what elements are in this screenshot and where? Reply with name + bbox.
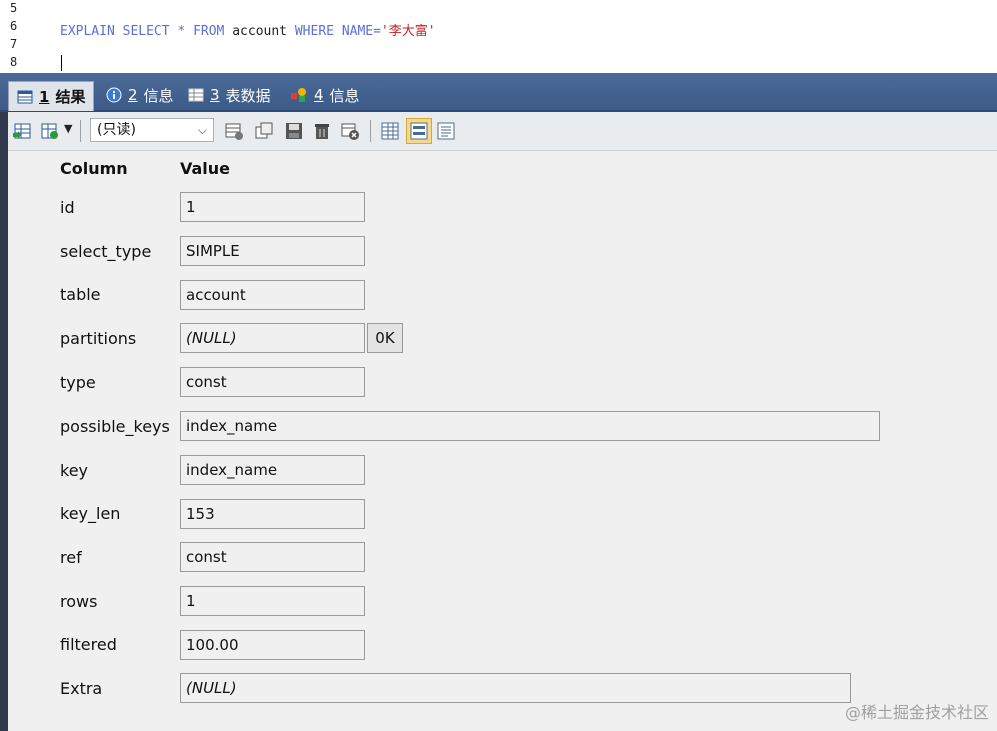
tab-label: 信息 — [143, 86, 174, 105]
result-toolbar: ▼ (只读) ⌵ — [8, 112, 997, 151]
chevron-down-icon: ⌵ — [197, 123, 207, 137]
tab-table-data[interactable]: 3 表数据 — [180, 81, 279, 109]
tab-info[interactable]: 4 信息 — [282, 81, 368, 109]
field-value-ref[interactable]: const — [180, 542, 365, 572]
equals-operator: = — [373, 24, 381, 39]
field-value-possible-keys[interactable]: index_name — [180, 411, 880, 441]
tab-label: 表数据 — [225, 86, 271, 105]
keyword-from: FROM — [193, 24, 225, 39]
tab-label: 结果 — [55, 88, 86, 106]
read-only-mode-select[interactable]: (只读) ⌵ — [90, 118, 214, 142]
field-label-key-len: key_len — [60, 504, 121, 523]
value-header: Value — [180, 159, 231, 178]
field-label-ref: ref — [60, 548, 82, 567]
line-number: 5 — [10, 1, 18, 15]
text-view-icon[interactable] — [436, 121, 456, 141]
save-icon[interactable] — [284, 121, 304, 141]
field-value-filtered[interactable]: 100.00 — [180, 630, 365, 660]
sql-code-line[interactable]: EXPLAIN SELECT * FROM account WHERE NAME… — [60, 20, 436, 39]
tab-number: 1 — [39, 87, 50, 106]
tab-label: 信息 — [329, 86, 360, 105]
form-view-toggle[interactable] — [406, 118, 432, 144]
field-value-id[interactable]: 1 — [180, 192, 365, 222]
field-label-select-type: select_type — [60, 242, 152, 261]
mode-select-value: (只读) — [97, 122, 136, 138]
field-value-key-len[interactable]: 153 — [180, 499, 365, 529]
column-header: Column — [60, 159, 128, 178]
field-label-filtered: filtered — [60, 635, 117, 654]
field-label-extra: Extra — [60, 679, 103, 698]
info-circle-icon — [106, 87, 122, 103]
field-value-extra[interactable]: (NULL) — [180, 673, 851, 703]
table-data-icon — [188, 88, 204, 102]
import-icon[interactable] — [40, 121, 60, 141]
ok-button[interactable]: 0K — [367, 323, 403, 353]
result-tab-bar: 1 结果 2 信息 3 表数据 4 信息 — [0, 73, 997, 112]
field-label-key: key — [60, 461, 89, 480]
chevron-down-icon[interactable]: ▼ — [64, 122, 72, 135]
form-view-icon — [410, 122, 428, 140]
duplicate-row-icon[interactable] — [254, 121, 274, 141]
line-number-gutter: 5 6 7 8 — [0, 0, 34, 73]
keyword-explain: EXPLAIN — [60, 24, 115, 39]
toolbar-separator — [370, 120, 371, 142]
field-value-partitions[interactable]: (NULL) — [180, 323, 365, 353]
keyword-where: WHERE — [294, 24, 334, 39]
line-number: 8 — [10, 55, 18, 69]
field-value-table[interactable]: account — [180, 280, 365, 310]
toolbar-separator — [80, 120, 81, 142]
info-shapes-icon — [291, 88, 306, 102]
field-label-partitions: partitions — [60, 329, 137, 348]
line-number: 6 — [10, 19, 18, 33]
left-border — [0, 112, 8, 731]
column-name: NAME — [341, 24, 374, 39]
insert-row-icon[interactable] — [224, 121, 244, 141]
text-caret — [61, 55, 62, 71]
grid-view-icon[interactable] — [380, 121, 400, 141]
results-table-icon — [17, 90, 33, 103]
export-icon[interactable] — [12, 121, 32, 141]
tab-number: 4 — [314, 86, 324, 104]
cancel-icon[interactable] — [340, 121, 360, 141]
watermark: @稀土掘金技术社区 — [844, 703, 989, 722]
field-label-table: table — [60, 285, 101, 304]
table-name: account — [232, 24, 288, 39]
select-star: * — [177, 24, 186, 39]
string-literal: '李大富' — [380, 24, 436, 39]
field-label-type: type — [60, 373, 96, 392]
delete-icon[interactable] — [312, 121, 332, 141]
field-value-select-type[interactable]: SIMPLE — [180, 236, 365, 266]
form-view-panel: Column Value id 1 select_type SIMPLE tab… — [8, 151, 997, 731]
field-label-id: id — [60, 198, 75, 217]
field-value-key[interactable]: index_name — [180, 455, 365, 485]
sql-editor[interactable]: 5 6 7 8 EXPLAIN SELECT * FROM account WH… — [0, 0, 997, 74]
field-value-rows[interactable]: 1 — [180, 586, 365, 616]
field-label-rows: rows — [60, 592, 98, 611]
keyword-select: SELECT — [122, 24, 170, 39]
line-number: 7 — [10, 37, 18, 51]
tab-number: 3 — [210, 86, 220, 104]
field-value-type[interactable]: const — [180, 367, 365, 397]
tab-messages[interactable]: 2 信息 — [98, 81, 182, 109]
tab-number: 2 — [128, 86, 138, 104]
tab-results[interactable]: 1 结果 — [8, 81, 95, 111]
field-label-possible-keys: possible_keys — [60, 417, 170, 436]
